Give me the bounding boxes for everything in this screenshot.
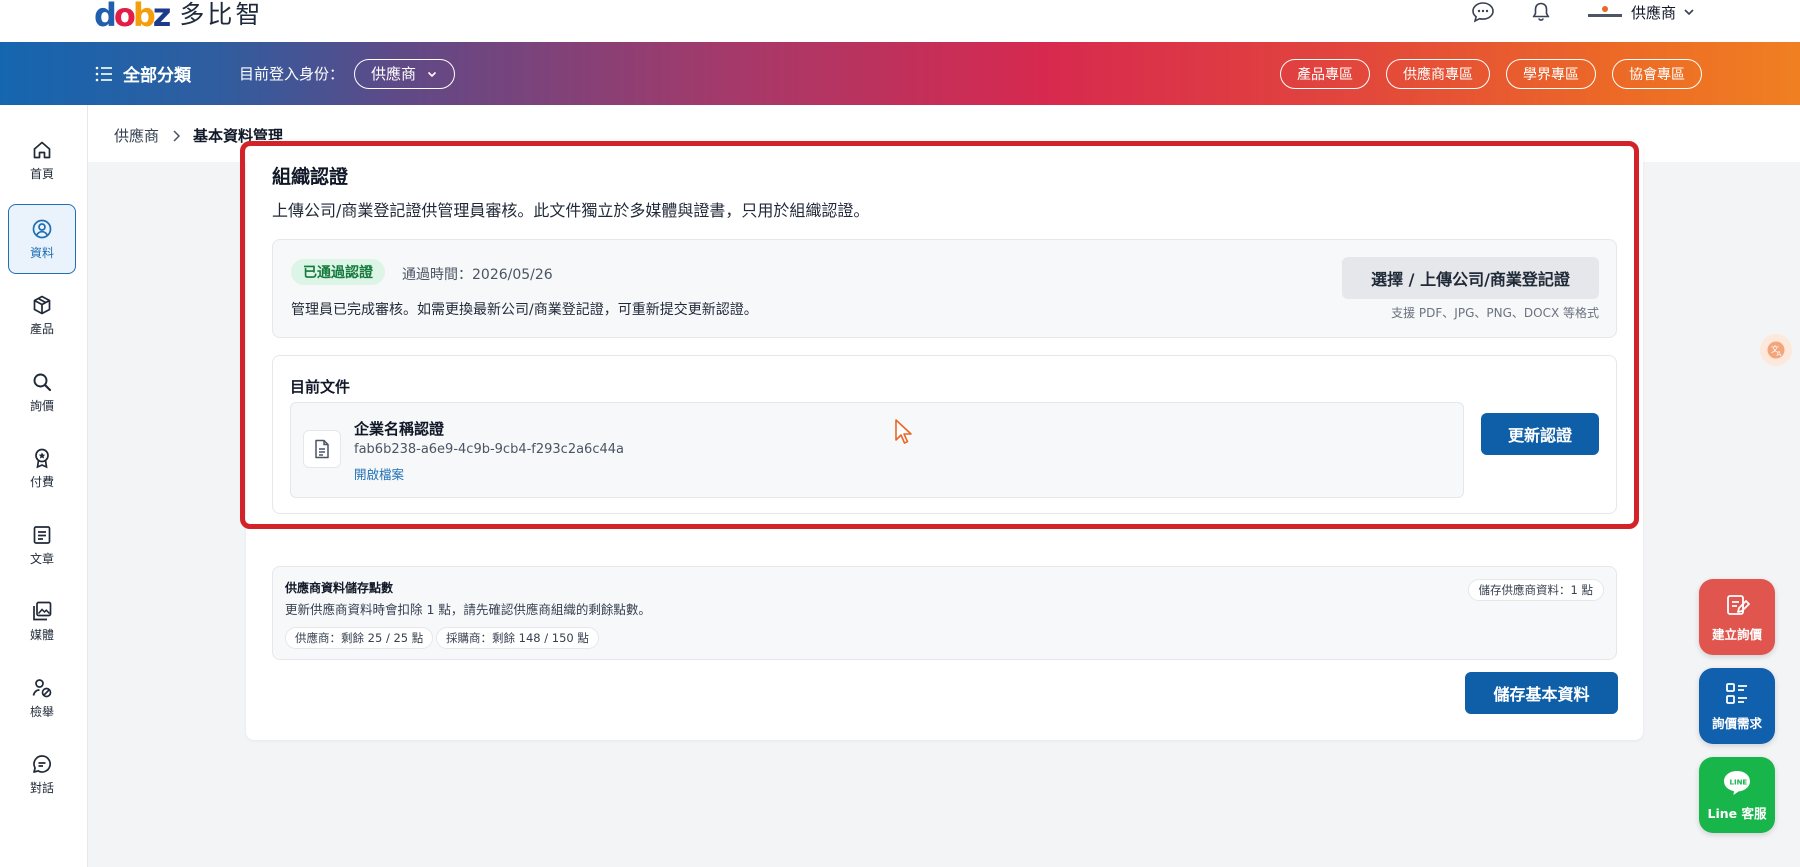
- user-circle-icon: [32, 219, 52, 238]
- sidebar-item-articles[interactable]: 文章: [8, 510, 76, 580]
- renew-certification-button[interactable]: 更新認證: [1481, 413, 1599, 455]
- award-icon: [35, 448, 49, 468]
- sidebar-item-label: 首頁: [29, 166, 54, 181]
- line-support-button[interactable]: LINE Line 客服: [1699, 757, 1775, 833]
- file-icon: [303, 430, 341, 468]
- gallery-icon: [33, 601, 52, 620]
- sidebar-item-report[interactable]: 檢舉: [8, 663, 76, 733]
- sidebar-item-label: 對話: [29, 780, 54, 795]
- inquiry-needs-button[interactable]: 詢價需求: [1699, 668, 1775, 744]
- sidebar-item-label: 媒體: [29, 627, 54, 642]
- status-badge: 已通過認證: [291, 259, 385, 285]
- status-message: 管理員已完成審核。如需更換最新公司/商業登記證，可重新提交更新認證。: [291, 302, 758, 318]
- all-categories-label: 全部分類: [123, 66, 191, 86]
- current-document-heading: 目前文件: [290, 378, 351, 396]
- sidebar-item-label: 詢價: [29, 398, 54, 413]
- svg-text:LINE: LINE: [1730, 778, 1748, 786]
- sidebar-item-inquiry[interactable]: 詢價: [8, 357, 76, 427]
- box-icon: [33, 295, 51, 314]
- logo-mark: dobz: [94, 0, 172, 34]
- sidebar: 首頁 資料 產品 詢價 付費 文章 媒體 檢舉 對話: [0, 105, 88, 867]
- translate-icon[interactable]: 文A: [1760, 334, 1792, 366]
- sidebar-item-label: 文章: [29, 551, 54, 566]
- svg-text:A: A: [1777, 350, 1782, 358]
- report-user-icon: [32, 678, 52, 697]
- login-as-label: 目前登入身份：: [239, 65, 345, 83]
- sidebar-item-label: 付費: [29, 474, 54, 489]
- line-support-label: Line 客服: [1707, 805, 1767, 821]
- chevron-right-icon: [173, 129, 181, 142]
- chat-icon[interactable]: [1469, 0, 1497, 24]
- open-file-link[interactable]: 開啟檔案: [354, 464, 404, 483]
- zone-association-button[interactable]: 協會專區: [1612, 58, 1702, 89]
- save-basic-info-button[interactable]: 儲存基本資料: [1465, 672, 1618, 714]
- chevron-down-icon: [1684, 9, 1694, 16]
- company-logo: [1585, 4, 1625, 20]
- inquiry-needs-label: 詢價需求: [1711, 715, 1762, 731]
- buyer-points-chip: 採購商：剩餘 148 / 150 點: [436, 627, 599, 649]
- main-navbar: 全部分類 目前登入身份： 供應商 產品專區 供應商專區 學界專區 協會專區: [0, 42, 1800, 105]
- document-icon: [33, 525, 51, 544]
- zone-suppliers-button[interactable]: 供應商專區: [1386, 58, 1490, 89]
- create-inquiry-label: 建立詢價: [1711, 626, 1762, 642]
- sidebar-item-chat[interactable]: 對話: [8, 739, 76, 809]
- storage-points-panel: 供應商資料儲存點數 更新供應商資料時會扣除 1 點，請先確認供應商組織的剩餘點數…: [272, 566, 1617, 660]
- mouse-cursor-icon: [895, 419, 912, 444]
- sidebar-item-media[interactable]: 媒體: [8, 586, 76, 656]
- points-title: 供應商資料儲存點數: [285, 581, 394, 595]
- sidebar-item-profile[interactable]: 資料: [8, 204, 76, 274]
- breadcrumb-parent[interactable]: 供應商: [114, 125, 159, 146]
- line-icon: LINE: [1724, 770, 1750, 795]
- role-value: 供應商: [371, 65, 417, 83]
- user-label: 供應商: [1630, 3, 1676, 22]
- list-icon: [95, 66, 112, 81]
- all-categories-button[interactable]: 全部分類: [95, 61, 191, 86]
- top-bar: dobz 多比智 供應商: [0, 0, 1800, 42]
- sidebar-item-label: 產品: [29, 321, 54, 336]
- upload-format-hint: 支援 PDF、JPG、PNG、DOCX 等格式: [1391, 306, 1599, 320]
- sidebar-item-home[interactable]: 首頁: [8, 125, 76, 195]
- edit-note-icon: [1727, 594, 1750, 615]
- chevron-down-icon: [427, 71, 437, 77]
- logo-text: 多比智: [179, 0, 264, 29]
- bell-icon[interactable]: [1527, 0, 1555, 24]
- current-document-panel: 目前文件 企業名稱認證 fab6b238-a6e9-4c9b-9cb4-f293…: [272, 355, 1617, 514]
- org-cert-description: 上傳公司/商業登記證供管理員審核。此文件獨立於多媒體與證書，只用於組織認證。: [272, 201, 870, 220]
- list-grid-icon: [1726, 682, 1747, 704]
- upload-certificate-button[interactable]: 選擇 / 上傳公司/商業登記證: [1342, 257, 1599, 299]
- site-logo[interactable]: dobz 多比智: [94, 0, 264, 34]
- sidebar-item-label: 檢舉: [29, 704, 54, 719]
- zone-products-button[interactable]: 產品專區: [1280, 58, 1370, 89]
- user-menu[interactable]: 供應商: [1585, 2, 1696, 23]
- supplier-points-chip: 供應商：剩餘 25 / 25 點: [285, 627, 434, 649]
- document-item: 企業名稱認證 fab6b238-a6e9-4c9b-9cb4-f293c2a6c…: [290, 402, 1464, 498]
- save-cost-chip: 儲存供應商資料：1 點: [1467, 579, 1604, 601]
- role-select[interactable]: 供應商: [354, 58, 456, 89]
- cert-status-panel: 已通過認證 通過時間：2026/05/26 管理員已完成審核。如需更換最新公司/…: [272, 239, 1617, 338]
- points-description: 更新供應商資料時會扣除 1 點，請先確認供應商組織的剩餘點數。: [285, 602, 651, 617]
- pass-time: 通過時間：2026/05/26: [402, 267, 553, 283]
- file-id: fab6b238-a6e9-4c9b-9cb4-f293c2a6c44a: [354, 442, 624, 457]
- file-name: 企業名稱認證: [354, 420, 445, 438]
- create-inquiry-button[interactable]: 建立詢價: [1699, 579, 1775, 655]
- org-cert-title: 組織認證: [272, 166, 349, 188]
- home-icon: [33, 141, 51, 158]
- sidebar-item-products[interactable]: 產品: [8, 280, 76, 350]
- search-icon: [33, 373, 52, 391]
- zone-academia-button[interactable]: 學界專區: [1506, 58, 1596, 89]
- chat-bubble-icon: [33, 754, 51, 773]
- sidebar-item-payment[interactable]: 付費: [8, 433, 76, 503]
- sidebar-item-label: 資料: [29, 245, 54, 260]
